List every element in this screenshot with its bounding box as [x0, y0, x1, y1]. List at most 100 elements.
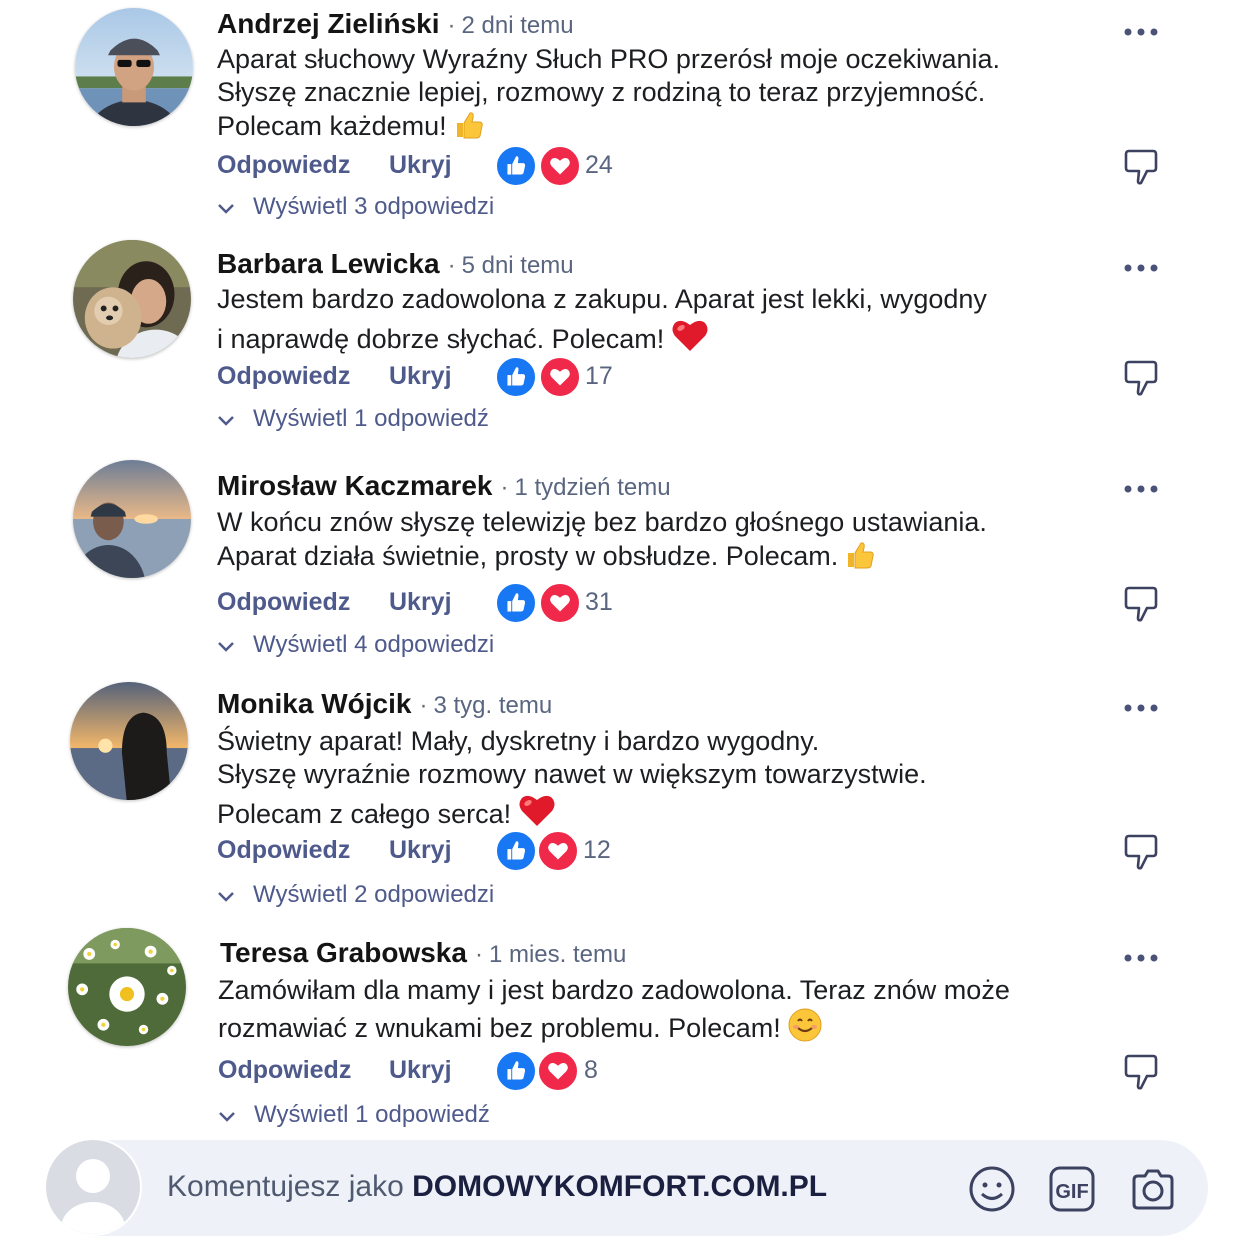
comment-actions: Odpowiedz Ukryj 31: [217, 582, 637, 624]
comment-actions: Odpowiedz Ukryj 12: [217, 830, 637, 872]
timestamp[interactable]: 1 tydzień temu: [514, 474, 670, 501]
more-options-icon[interactable]: [1122, 698, 1162, 718]
hide-button[interactable]: Ukryj: [389, 830, 452, 870]
thumbs-up-emoji-icon: [453, 109, 485, 149]
comment-text: Aparat słuchowy Wyraźny Słuch PRO przeró…: [217, 43, 1000, 149]
separator-dot: ·: [447, 12, 456, 39]
emoji-icon[interactable]: [967, 1164, 1017, 1214]
chevron-down-icon: [218, 1102, 240, 1130]
heart-reaction-icon[interactable]: [539, 582, 581, 624]
view-replies-label: Wyświetl 4 odpowiedzi: [253, 631, 495, 658]
timestamp[interactable]: 5 dni temu: [462, 252, 574, 279]
hide-button[interactable]: Ukryj: [389, 145, 452, 185]
comment-line-text: Aparat działa świetnie, prosty w obsłudz…: [217, 541, 839, 571]
reply-button[interactable]: Odpowiedz: [217, 582, 350, 622]
author-name[interactable]: Monika Wójcik: [217, 688, 411, 719]
avatar[interactable]: [73, 460, 191, 578]
view-replies-label: Wyświetl 1 odpowiedź: [254, 1101, 490, 1128]
view-replies-label: Wyświetl 1 odpowiedź: [253, 405, 489, 432]
thumbs-down-icon[interactable]: [1120, 831, 1162, 873]
comment-line-text: rozmawiać z wnukami bez problemu. Poleca…: [218, 1013, 781, 1043]
author-name[interactable]: Teresa Grabowska: [220, 937, 467, 968]
comment-input-placeholder[interactable]: Komentujesz jako DOMOWYKOMFORT.COM.PL: [167, 1170, 827, 1204]
reaction-count[interactable]: 17: [585, 356, 613, 396]
heart-reaction-icon[interactable]: [539, 145, 581, 187]
comment-line: Jestem bardzo zadowolona z zakupu. Apara…: [217, 284, 987, 314]
default-avatar-icon: [44, 1138, 142, 1236]
view-replies-link[interactable]: Wyświetl 1 odpowiedź: [218, 1101, 490, 1130]
like-reaction-icon[interactable]: [495, 830, 537, 872]
reaction-count[interactable]: 12: [583, 830, 611, 870]
like-reaction-icon[interactable]: [495, 356, 537, 398]
heart-reaction-icon[interactable]: [539, 356, 581, 398]
chevron-down-icon: [217, 882, 239, 910]
reply-button[interactable]: Odpowiedz: [217, 145, 350, 185]
reply-button[interactable]: Odpowiedz: [217, 830, 350, 870]
timestamp[interactable]: 3 tyg. temu: [433, 692, 552, 719]
gif-icon[interactable]: GIF: [1047, 1164, 1097, 1214]
view-replies-link[interactable]: Wyświetl 2 odpowiedzi: [217, 881, 494, 910]
timestamp[interactable]: 1 mies. temu: [489, 941, 626, 968]
comment-text: Świetny aparat! Mały, dyskretny i bardzo…: [217, 725, 927, 837]
camera-icon[interactable]: [1128, 1164, 1178, 1214]
heart-reaction-icon[interactable]: [537, 1050, 579, 1092]
view-replies-label: Wyświetl 3 odpowiedzi: [253, 193, 495, 220]
comment-line: Słyszę znacznie lepiej, rozmowy z rodzin…: [217, 77, 986, 107]
author-name[interactable]: Mirosław Kaczmarek: [217, 470, 492, 501]
more-options-icon[interactable]: [1122, 22, 1162, 42]
comment-header: Teresa Grabowska · 1 mies. temu: [220, 937, 626, 969]
thumbs-down-icon[interactable]: [1120, 583, 1162, 625]
heart-reaction-icon[interactable]: [537, 830, 579, 872]
comment-line: Świetny aparat! Mały, dyskretny i bardzo…: [217, 726, 820, 756]
more-options-icon[interactable]: [1122, 258, 1162, 278]
thumbs-down-icon[interactable]: [1120, 357, 1162, 399]
chevron-down-icon: [217, 632, 239, 660]
avatar[interactable]: [70, 682, 188, 800]
comment-line: Aparat działa świetnie, prosty w obsłudz…: [217, 539, 987, 579]
comment-actions: Odpowiedz Ukryj 17: [217, 356, 637, 398]
avatar-photo: [73, 460, 191, 578]
thumbs-down-icon[interactable]: [1120, 146, 1162, 188]
like-reaction-icon[interactable]: [495, 1050, 537, 1092]
separator-dot: ·: [500, 474, 509, 501]
like-reaction-icon[interactable]: [495, 145, 537, 187]
avatar[interactable]: [68, 928, 186, 1046]
reaction-count[interactable]: 24: [585, 145, 613, 185]
comment-line: Aparat słuchowy Wyraźny Słuch PRO przeró…: [217, 44, 1001, 74]
avatar-photo: [75, 8, 193, 126]
hide-button[interactable]: Ukryj: [389, 356, 452, 396]
reaction-count[interactable]: 8: [584, 1050, 598, 1090]
comment-line-text: Polecam każdemu!: [217, 111, 447, 141]
reaction-count[interactable]: 31: [585, 582, 613, 622]
avatar-photo: [68, 928, 186, 1046]
timestamp[interactable]: 2 dni temu: [462, 12, 574, 39]
view-replies-link[interactable]: Wyświetl 4 odpowiedzi: [217, 631, 494, 660]
more-options-icon[interactable]: [1122, 479, 1162, 499]
reply-button[interactable]: Odpowiedz: [218, 1050, 351, 1090]
hide-button[interactable]: Ukryj: [389, 582, 452, 622]
view-replies-link[interactable]: Wyświetl 1 odpowiedź: [217, 405, 489, 434]
chevron-down-icon: [217, 406, 239, 434]
separator-dot: ·: [447, 252, 456, 279]
like-reaction-icon[interactable]: [495, 582, 537, 624]
heart-emoji-icon: [670, 316, 710, 362]
thumbs-up-emoji-icon: [844, 539, 876, 579]
thumbs-down-icon[interactable]: [1120, 1051, 1162, 1093]
smile-emoji-icon: [787, 1007, 823, 1051]
avatar[interactable]: [75, 8, 193, 126]
author-name[interactable]: Barbara Lewicka: [217, 248, 440, 279]
view-replies-link[interactable]: Wyświetl 3 odpowiedzi: [217, 193, 494, 222]
comment-actions: Odpowiedz Ukryj 8: [218, 1050, 638, 1092]
comment-line-text: i naprawdę dobrze słychać. Polecam!: [217, 324, 665, 354]
avatar-photo: [70, 682, 188, 800]
reply-button[interactable]: Odpowiedz: [217, 356, 350, 396]
view-replies-label: Wyświetl 2 odpowiedzi: [253, 881, 495, 908]
more-options-icon[interactable]: [1122, 948, 1162, 968]
hide-button[interactable]: Ukryj: [389, 1050, 452, 1090]
composer-prefix: Komentujesz jako: [167, 1170, 413, 1203]
comment-header: Andrzej Zieliński · 2 dni temu: [217, 8, 574, 40]
avatar[interactable]: [73, 240, 191, 358]
gif-label: GIF: [1055, 1181, 1088, 1203]
author-name[interactable]: Andrzej Zieliński: [217, 8, 440, 39]
comment-line: Polecam każdemu!: [217, 109, 1000, 149]
